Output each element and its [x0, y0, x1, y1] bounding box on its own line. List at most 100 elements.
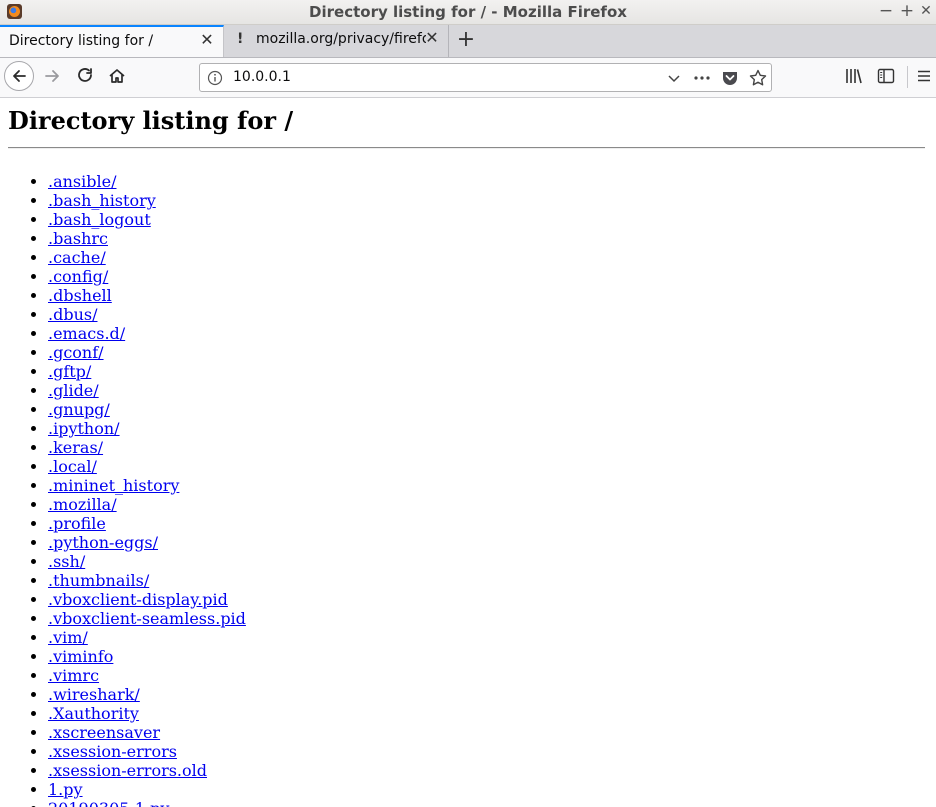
- list-item: .emacs.d/: [48, 324, 246, 343]
- file-link[interactable]: .python-eggs/: [48, 533, 158, 552]
- file-link[interactable]: .bash_logout: [48, 210, 151, 229]
- menu-icon[interactable]: [914, 66, 934, 86]
- list-item: .dbshell: [48, 286, 246, 305]
- back-button[interactable]: [4, 61, 34, 91]
- url-bar[interactable]: 10.0.0.1: [199, 63, 772, 92]
- tab-mozilla-privacy[interactable]: ! mozilla.org/privacy/firefox ✕: [225, 25, 449, 57]
- reload-icon: [78, 68, 92, 82]
- new-tab-button[interactable]: +: [454, 28, 478, 52]
- list-item: 1.py: [48, 780, 246, 799]
- page-heading: Directory listing for /: [8, 106, 294, 135]
- directory-list: .ansible/.bash_history.bash_logout.bashr…: [0, 172, 246, 807]
- page-content: Directory listing for / .ansible/.bash_h…: [0, 98, 936, 807]
- list-item: .wireshark/: [48, 685, 246, 704]
- file-link[interactable]: .dbus/: [48, 305, 97, 324]
- list-item: .mozilla/: [48, 495, 246, 514]
- list-item: .local/: [48, 457, 246, 476]
- file-link[interactable]: .config/: [48, 267, 108, 286]
- sidebar-icon[interactable]: [876, 66, 896, 86]
- list-item: .ansible/: [48, 172, 246, 191]
- file-link[interactable]: .ssh/: [48, 552, 85, 571]
- list-item: .gnupg/: [48, 400, 246, 419]
- list-item: .thumbnails/: [48, 571, 246, 590]
- file-link[interactable]: .local/: [48, 457, 97, 476]
- list-item: .python-eggs/: [48, 533, 246, 552]
- list-item: .viminfo: [48, 647, 246, 666]
- window-title: Directory listing for / - Mozilla Firefo…: [309, 3, 627, 21]
- list-item: .glide/: [48, 381, 246, 400]
- file-link[interactable]: .mozilla/: [48, 495, 117, 514]
- dropdown-icon[interactable]: [664, 68, 684, 88]
- file-link[interactable]: .wireshark/: [48, 685, 140, 704]
- info-icon[interactable]: [207, 70, 223, 86]
- forward-icon: [45, 70, 59, 82]
- list-item: .ipython/: [48, 419, 246, 438]
- file-link[interactable]: .Xauthority: [48, 704, 139, 723]
- tab-label: Directory listing for /: [9, 33, 154, 49]
- file-link[interactable]: .glide/: [48, 381, 99, 400]
- tab-strip: Directory listing for / ✕ ! mozilla.org/…: [0, 25, 936, 58]
- close-window-button[interactable]: ✕: [916, 1, 936, 21]
- file-link[interactable]: .profile: [48, 514, 106, 533]
- file-link[interactable]: .xscreensaver: [48, 723, 160, 742]
- home-button[interactable]: [104, 63, 130, 89]
- tab-close-icon[interactable]: ✕: [424, 30, 440, 46]
- list-item: .vboxclient-display.pid: [48, 590, 246, 609]
- tab-close-icon[interactable]: ✕: [199, 32, 215, 48]
- list-item: .vimrc: [48, 666, 246, 685]
- tab-label: mozilla.org/privacy/firefox: [256, 31, 426, 47]
- list-item: .config/: [48, 267, 246, 286]
- list-item: .bash_history: [48, 191, 246, 210]
- file-link[interactable]: .emacs.d/: [48, 324, 125, 343]
- toolbar-separator: [907, 66, 908, 88]
- list-item: .bashrc: [48, 229, 246, 248]
- url-text[interactable]: 10.0.0.1: [233, 69, 291, 85]
- file-link[interactable]: .xsession-errors.old: [48, 761, 207, 780]
- list-item: .cache/: [48, 248, 246, 267]
- home-icon: [109, 69, 125, 83]
- file-link[interactable]: .gnupg/: [48, 400, 110, 419]
- bookmark-star-icon[interactable]: [748, 68, 768, 88]
- minimize-button[interactable]: −: [876, 1, 896, 21]
- file-link[interactable]: .cache/: [48, 248, 106, 267]
- maximize-button[interactable]: +: [897, 1, 917, 21]
- list-item: .gftp/: [48, 362, 246, 381]
- file-link[interactable]: .ipython/: [48, 419, 120, 438]
- library-icon[interactable]: [844, 66, 864, 86]
- file-link[interactable]: .gconf/: [48, 343, 104, 362]
- file-link[interactable]: .viminfo: [48, 647, 113, 666]
- file-link[interactable]: .xsession-errors: [48, 742, 177, 761]
- file-link[interactable]: .vboxclient-display.pid: [48, 590, 228, 609]
- list-item: .dbus/: [48, 305, 246, 324]
- list-item: .keras/: [48, 438, 246, 457]
- reload-button[interactable]: [72, 63, 98, 89]
- file-link[interactable]: .ansible/: [48, 172, 116, 191]
- list-item: 20190305-1.py: [48, 799, 246, 807]
- file-link[interactable]: .dbshell: [48, 286, 112, 305]
- navigation-toolbar: 10.0.0.1: [0, 58, 936, 98]
- file-link[interactable]: .gftp/: [48, 362, 91, 381]
- file-link[interactable]: .bashrc: [48, 229, 108, 248]
- warning-icon: !: [237, 31, 244, 47]
- forward-button[interactable]: [40, 63, 66, 89]
- file-link[interactable]: .bash_history: [48, 191, 156, 210]
- file-link[interactable]: 20190305-1.py: [48, 799, 169, 807]
- page-actions-icon[interactable]: [692, 68, 712, 88]
- pocket-icon[interactable]: [720, 68, 740, 88]
- list-item: .ssh/: [48, 552, 246, 571]
- file-link[interactable]: .mininet_history: [48, 476, 179, 495]
- file-link[interactable]: .thumbnails/: [48, 571, 149, 590]
- file-link[interactable]: .vboxclient-seamless.pid: [48, 609, 246, 628]
- file-link[interactable]: .vimrc: [48, 666, 99, 685]
- list-item: .profile: [48, 514, 246, 533]
- list-item: .vboxclient-seamless.pid: [48, 609, 246, 628]
- file-link[interactable]: 1.py: [48, 780, 83, 799]
- divider: [8, 147, 925, 149]
- list-item: .bash_logout: [48, 210, 246, 229]
- file-link[interactable]: .keras/: [48, 438, 103, 457]
- file-link[interactable]: .vim/: [48, 628, 88, 647]
- list-item: .gconf/: [48, 343, 246, 362]
- title-bar: Directory listing for / - Mozilla Firefo…: [0, 0, 936, 25]
- tab-directory-listing[interactable]: Directory listing for / ✕: [0, 25, 224, 57]
- list-item: .xscreensaver: [48, 723, 246, 742]
